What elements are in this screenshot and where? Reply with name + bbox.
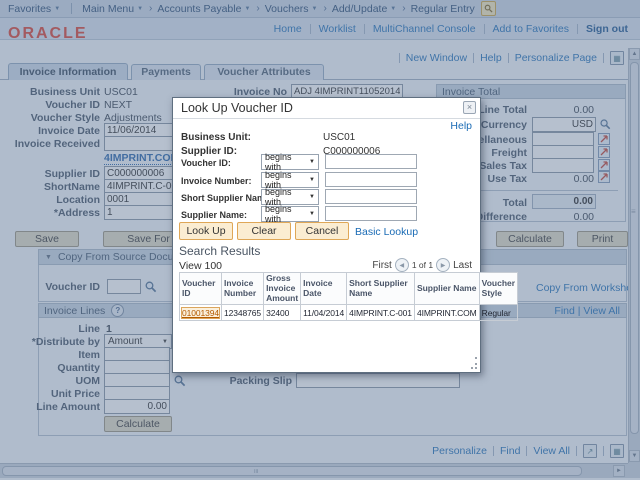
cell-gross-invoice-amount: 32400 <box>264 305 301 321</box>
next-page-icon[interactable]: ▶ <box>436 258 450 272</box>
modal-business-unit-value: USC01 <box>323 132 355 143</box>
cell-invoice-date: 11/04/2014 <box>301 305 347 321</box>
criteria-supplier-name-operator[interactable]: begins with ▼ <box>261 206 319 222</box>
voucher-id-result-link[interactable]: 01001394 <box>182 308 219 318</box>
criteria-voucher-id-operator[interactable]: begins with ▼ <box>261 154 319 170</box>
col-supplier-name[interactable]: Supplier Name <box>414 273 479 305</box>
first-link[interactable]: First <box>372 260 391 271</box>
table-row: 01001394 12348765 32400 11/04/2014 4IMPR… <box>180 305 518 321</box>
chevron-down-icon: ▼ <box>309 194 315 200</box>
col-invoice-number[interactable]: Invoice Number <box>222 273 264 305</box>
operator-value: begins with <box>265 152 309 172</box>
results-pagination: First ◀ 1 of 1 ▶ Last <box>372 258 472 272</box>
criteria-supplier-name-input[interactable] <box>325 206 417 221</box>
look-up-button[interactable]: Look Up <box>179 222 233 240</box>
col-voucher-id[interactable]: Voucher ID <box>180 273 222 305</box>
cell-voucher-id: 01001394 <box>180 305 222 321</box>
modal-title: Look Up Voucher ID <box>181 101 293 115</box>
criteria-invoice-number-input[interactable] <box>325 172 417 187</box>
criteria-invoice-number-operator[interactable]: begins with ▼ <box>261 172 319 188</box>
modal-business-unit-label: Business Unit: <box>181 132 251 143</box>
peoplesoft-voucher-page: Favorites ▼ Main Menu ▼ › Accounts Payab… <box>0 0 640 480</box>
view-100-link[interactable]: View 100 <box>179 260 222 272</box>
resize-grip[interactable] <box>469 361 477 369</box>
cell-voucher-style: Regular <box>479 305 517 321</box>
criteria-supplier-name-label: Supplier Name: <box>181 210 247 220</box>
col-invoice-date[interactable]: Invoice Date <box>301 273 347 305</box>
last-link[interactable]: Last <box>453 260 472 271</box>
search-results-title: Search Results <box>179 244 260 258</box>
col-gross-invoice-amount[interactable]: Gross Invoice Amount <box>264 273 301 305</box>
col-voucher-style[interactable]: Voucher Style <box>479 273 517 305</box>
close-icon[interactable]: × <box>463 101 476 114</box>
modal-help-link[interactable]: Help <box>450 120 472 132</box>
criteria-short-supplier-name-input[interactable] <box>325 189 417 204</box>
criteria-voucher-id-label: Voucher ID: <box>181 158 231 168</box>
search-results-table: Voucher ID Invoice Number Gross Invoice … <box>179 272 518 321</box>
basic-lookup-link[interactable]: Basic Lookup <box>355 226 418 238</box>
table-header-row: Voucher ID Invoice Number Gross Invoice … <box>180 273 518 305</box>
criteria-short-supplier-name-operator[interactable]: begins with ▼ <box>261 189 319 205</box>
modal-supplier-id-label: Supplier ID: <box>181 146 237 157</box>
cancel-button[interactable]: Cancel <box>295 222 349 240</box>
cell-supplier-name: 4IMPRINT.COM <box>414 305 479 321</box>
criteria-voucher-id-input[interactable] <box>325 154 417 169</box>
chevron-down-icon: ▼ <box>309 177 315 183</box>
chevron-down-icon: ▼ <box>309 159 315 165</box>
chevron-down-icon: ▼ <box>309 211 315 217</box>
criteria-short-supplier-name-label: Short Supplier Name: <box>181 193 273 203</box>
cell-short-supplier-name: 4IMPRINT.C-001 <box>347 305 415 321</box>
page-indicator: 1 of 1 <box>412 260 433 270</box>
cell-invoice-number: 12348765 <box>222 305 264 321</box>
lookup-voucher-modal: Look Up Voucher ID × Help Business Unit:… <box>172 97 481 373</box>
col-short-supplier-name[interactable]: Short Supplier Name <box>347 273 415 305</box>
operator-value: begins with <box>265 204 309 224</box>
clear-button[interactable]: Clear <box>237 222 291 240</box>
criteria-invoice-number-label: Invoice Number: <box>181 176 252 186</box>
prev-page-icon[interactable]: ◀ <box>395 258 409 272</box>
